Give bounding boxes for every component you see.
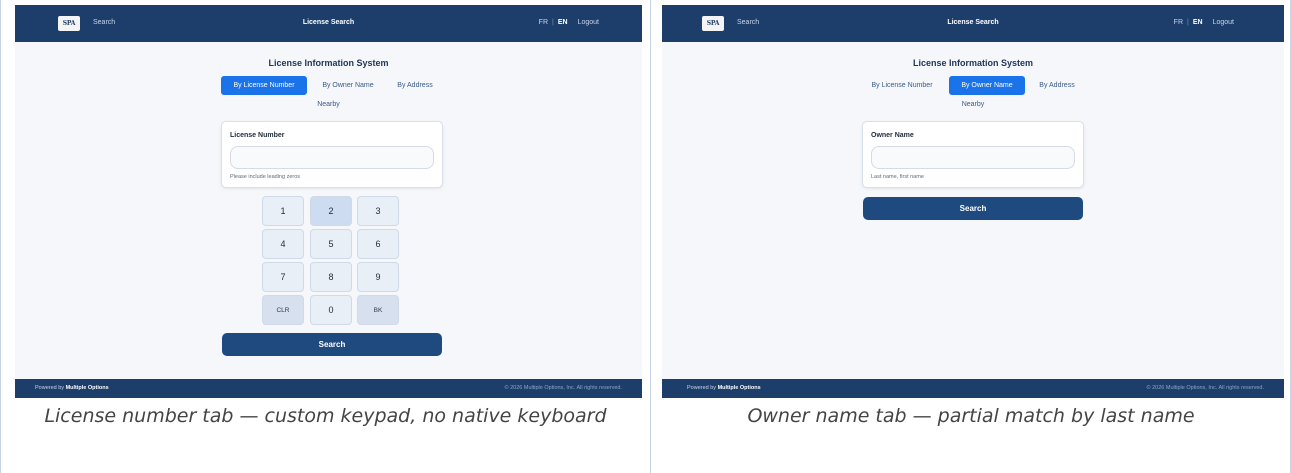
lang-en-link[interactable]: EN [558, 19, 568, 26]
lang-fr-link[interactable]: FR [1174, 19, 1183, 26]
keypad-clear-button[interactable]: CLR [262, 295, 304, 325]
keypad-key-4[interactable]: 4 [262, 229, 304, 259]
keypad-key-8[interactable]: 8 [310, 262, 352, 292]
owner-name-screen: SPA Search License Search FR | EN Logout Li… [662, 5, 1284, 398]
logout-link[interactable]: Logout [578, 19, 599, 26]
license-number-input[interactable] [230, 146, 434, 169]
footer: Powered by Multiple Options © 2026 Multi… [662, 379, 1284, 398]
license-number-hint: Please include leading zeros [230, 174, 301, 180]
keypad-backspace-button[interactable]: BK [357, 295, 399, 325]
footer-copyright: © 2026 Multiple Options, Inc. All rights… [504, 385, 622, 391]
search-button[interactable]: Search [863, 197, 1083, 220]
keypad-key-7[interactable]: 7 [262, 262, 304, 292]
keypad-key-1[interactable]: 1 [262, 196, 304, 226]
tab-by-license-number[interactable]: By License Number [221, 76, 307, 95]
nav-right-links: FR | EN Logout [1174, 19, 1234, 26]
tab-by-owner-name[interactable]: By Owner Name [313, 76, 383, 95]
owner-name-card: Owner Name Last name, first name [862, 121, 1084, 188]
right-panel: SPA Search License Search FR | EN Logout Li… [652, 0, 1291, 473]
system-title: License Information System [268, 58, 389, 68]
footer-brand-link[interactable]: Multiple Options [718, 385, 761, 391]
system-title: License Information System [912, 58, 1034, 68]
tab-nearby[interactable]: Nearby [15, 101, 642, 108]
license-number-screen: SPA Search License Search FR | EN Logout Li… [15, 5, 642, 398]
keypad-key-3[interactable]: 3 [357, 196, 399, 226]
tab-by-owner-name[interactable]: By Owner Name [949, 76, 1025, 95]
footer-copyright: © 2026 Multiple Options, Inc. All rights… [1146, 385, 1264, 391]
numeric-keypad: 1 2 3 4 5 6 7 8 9 CLR 0 BK [262, 196, 401, 326]
license-number-label: License Number [230, 132, 285, 139]
keypad-key-6[interactable]: 6 [357, 229, 399, 259]
search-tabs: By License Number By Owner Name By Addre… [863, 76, 1083, 95]
left-panel: SPA Search License Search FR | EN Logout Li… [0, 0, 651, 473]
owner-name-input[interactable] [871, 146, 1075, 169]
owner-name-label: Owner Name [871, 132, 914, 139]
logout-link[interactable]: Logout [1213, 19, 1234, 26]
lang-en-link[interactable]: EN [1193, 19, 1203, 26]
tab-by-address[interactable]: By Address [389, 76, 441, 95]
keypad-key-5[interactable]: 5 [310, 229, 352, 259]
tab-by-license-number[interactable]: By License Number [863, 76, 941, 95]
keypad-key-2[interactable]: 2 [310, 196, 352, 226]
lang-separator: | [1187, 19, 1189, 26]
tab-nearby[interactable]: Nearby [662, 101, 1284, 108]
top-nav-bar: SPA Search License Search FR | EN Logout [662, 5, 1284, 42]
footer-brand-link[interactable]: Multiple Options [66, 385, 109, 391]
lang-fr-link[interactable]: FR [539, 19, 548, 26]
nav-right-links: FR | EN Logout [539, 19, 599, 26]
caption: Owner name tab — partial match by last n… [747, 405, 1195, 427]
search-tabs: By License Number By Owner Name By Addre… [221, 76, 441, 95]
lang-separator: | [552, 19, 554, 26]
search-button[interactable]: Search [222, 333, 442, 356]
keypad-key-9[interactable]: 9 [357, 262, 399, 292]
footer-powered-by: Powered by Multiple Options [35, 385, 109, 391]
caption: License number tab — custom keypad, no n… [44, 405, 607, 427]
footer-powered-by: Powered by Multiple Options [687, 385, 761, 391]
owner-name-hint: Last name, first name [871, 174, 924, 180]
tab-by-address[interactable]: By Address [1031, 76, 1083, 95]
license-number-card: License Number Please include leading ze… [221, 121, 443, 188]
keypad-key-0[interactable]: 0 [310, 295, 352, 325]
footer: Powered by Multiple Options © 2026 Multi… [15, 379, 642, 398]
top-nav-bar: SPA Search License Search FR | EN Logout [15, 5, 642, 42]
